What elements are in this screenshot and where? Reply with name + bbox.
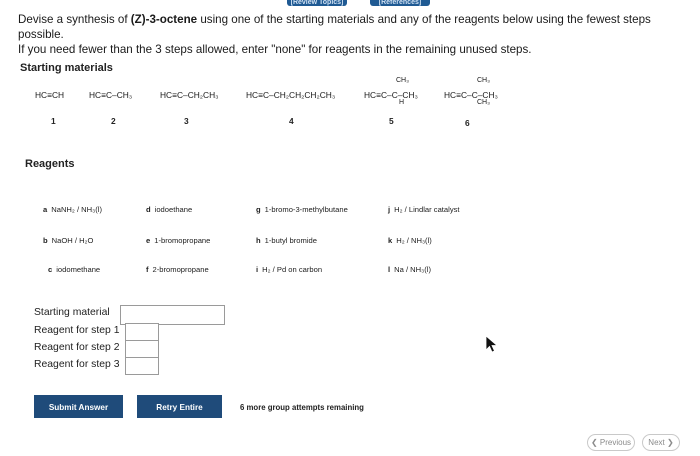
sm6-top-substituent: CH₃ (477, 77, 490, 84)
reagent-i: i H₂ / Pd on carbon (256, 265, 323, 274)
reagent-e: e 1-bromopropane (146, 236, 211, 245)
starting-material-1-number: 1 (51, 116, 56, 126)
starting-material-4: HC≡C–CH₂CH₂CH₂CH₃ (246, 90, 336, 100)
chevron-left-icon: ❮ (590, 438, 598, 447)
reagents-title: Reagents (25, 158, 75, 170)
chevron-right-icon: ❯ (666, 438, 674, 447)
step2-input[interactable] (125, 340, 159, 358)
review-topics-link[interactable]: [Review Topics] (287, 0, 347, 6)
starting-material-5-number: 5 (389, 116, 394, 126)
reagent-l: l Na / NH₃(l) (388, 265, 431, 274)
starting-material-2-number: 2 (111, 116, 116, 126)
reagent-f: f 2-bromopropane (146, 265, 209, 274)
reagent-c: c iodomethane (48, 265, 101, 274)
starting-materials-title: Starting materials (20, 62, 113, 74)
target-compound: (Z)-3-octene (130, 13, 198, 26)
reagent-k: k H₂ / NH₃(l) (388, 236, 432, 245)
starting-material-input[interactable] (120, 305, 225, 325)
reagent-h: h 1-butyl bromide (256, 236, 317, 245)
reagent-j: j H₂ / Lindlar catalyst (388, 205, 460, 214)
sm5-top-substituent: CH₃ (396, 77, 409, 84)
question-text: Devise a synthesis of (Z)-3-octene using… (18, 13, 651, 56)
starting-material-2: HC≡C–CH₃ (89, 90, 133, 100)
step1-label: Reagent for step 1 (34, 325, 120, 336)
mouse-pointer-icon (485, 335, 499, 358)
step3-input[interactable] (125, 357, 159, 375)
step2-label: Reagent for step 2 (34, 342, 120, 353)
starting-material-3: HC≡C–CH₂CH₃ (160, 90, 219, 100)
starting-material-4-number: 4 (289, 116, 294, 126)
starting-material-label: Starting material (34, 307, 110, 318)
reagent-d: d iodoethane (146, 205, 193, 214)
attempts-remaining: 6 more group attempts remaining (240, 403, 364, 412)
reagent-b: b NaOH / H₂O (43, 236, 94, 245)
sm6-bottom-substituent: CH₃ (477, 99, 490, 106)
starting-material-6: HC≡C–C–CH₃ CH₃ CH₃ (444, 77, 498, 106)
references-link[interactable]: [References] (370, 0, 430, 6)
starting-material-3-number: 3 (184, 116, 189, 126)
starting-material-5: HC≡C–C–CH₃ CH₃ H (364, 77, 418, 106)
retry-entire-group-button[interactable]: Retry Entire Group (137, 395, 222, 435)
submit-answer-button[interactable]: Submit Answer (34, 395, 123, 418)
sm5-bottom-substituent: H (399, 99, 405, 106)
reagent-g: g 1-bromo-3-methylbutane (256, 205, 348, 214)
starting-material-1: HC≡CH (35, 90, 65, 100)
reagent-a: a NaNH₂ / NH₃(l) (43, 205, 102, 214)
top-bar: [Review Topics] [References] (0, 0, 700, 7)
step3-label: Reagent for step 3 (34, 359, 120, 370)
next-button[interactable]: Next ❯ (642, 434, 680, 451)
starting-material-6-number: 6 (465, 118, 470, 128)
step1-input[interactable] (125, 323, 159, 341)
previous-button[interactable]: ❮ Previous (587, 434, 635, 451)
